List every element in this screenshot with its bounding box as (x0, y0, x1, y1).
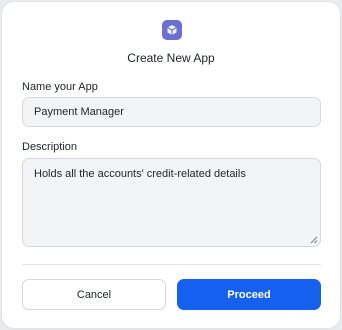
app-cube-icon (162, 20, 182, 40)
footer-divider (22, 264, 321, 265)
resize-grip-icon[interactable] (310, 236, 318, 244)
proceed-button[interactable]: Proceed (177, 279, 321, 310)
description-textarea[interactable]: Holds all the accounts' credit-related d… (22, 158, 321, 247)
description-value: Holds all the accounts' credit-related d… (34, 168, 246, 180)
app-name-value: Payment Manager (34, 106, 124, 118)
dialog-title: Create New App (127, 51, 215, 65)
name-label: Name your App (22, 81, 98, 93)
create-app-dialog: Create New App Name your App Payment Man… (2, 2, 340, 328)
description-label: Description (22, 141, 78, 153)
app-name-input[interactable]: Payment Manager (22, 97, 321, 127)
cancel-button[interactable]: Cancel (22, 279, 166, 310)
